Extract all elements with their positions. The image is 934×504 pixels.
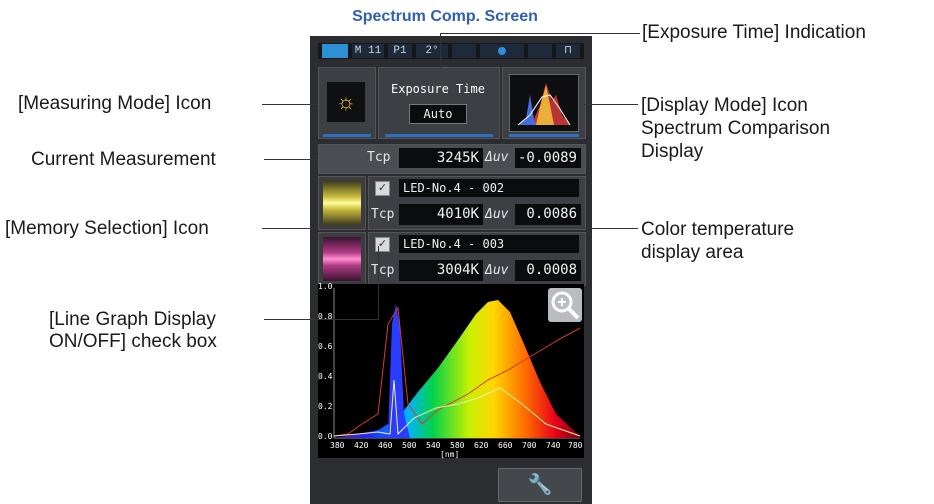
memory-tcp-label-2: Tcp <box>371 263 395 278</box>
exposure-label: Exposure Time <box>391 82 485 96</box>
memory-duv-label-1: Δuv <box>485 207 509 222</box>
exposure-time-panel: Exposure Time Auto <box>378 67 500 139</box>
x-tick-740: 740 <box>546 441 561 450</box>
status-bar: M 11 P1 2° ⊓ <box>318 43 584 59</box>
angle-indicator: 2° <box>416 44 448 58</box>
leader-memory <box>262 228 318 229</box>
x-tick-380: 380 <box>330 441 345 450</box>
y-tick-4: 0.4 <box>318 372 333 381</box>
leader-line-graph-v <box>378 246 379 320</box>
callout-color-temp-1: Color temperature <box>641 219 795 240</box>
screen-title: Spectrum Comp. Screen <box>352 8 538 25</box>
memory-tcp-value-2: 3004K <box>399 260 483 281</box>
callout-color-temp-2: display area <box>641 242 744 263</box>
current-measurement-row: Tcp 3245K Δuv -0.0089 <box>318 144 586 174</box>
callout-measuring-mode: [Measuring Mode] Icon <box>18 93 212 114</box>
tools-button[interactable]: 🔧 <box>498 468 582 502</box>
zoom-in-icon[interactable] <box>548 288 582 322</box>
y-tick-1: 1.0 <box>318 282 333 291</box>
leader-display-mode <box>584 104 638 105</box>
measuring-mode-button[interactable]: ☼ <box>318 67 376 139</box>
y-tick-5: 0.2 <box>318 402 333 411</box>
y-tick-3: 0.6 <box>318 342 333 351</box>
wrench-icon: 🔧 <box>527 474 553 496</box>
callout-display-mode-3: Display <box>641 141 704 162</box>
display-mode-button[interactable] <box>502 67 586 139</box>
x-tick-660: 660 <box>498 441 513 450</box>
battery-icon <box>322 44 348 58</box>
bottom-bar: 🔧 <box>318 462 584 502</box>
callout-exposure-time: [Exposure Time] Indication <box>642 22 866 43</box>
memory-tcp-value-1: 4010K <box>399 204 483 225</box>
callout-display-mode-1: [Display Mode] Icon <box>641 95 808 116</box>
memory-tcp-label-1: Tcp <box>371 207 395 222</box>
status-empty <box>452 44 476 58</box>
callout-line-graph-2: ON/OFF] check box <box>49 331 217 352</box>
memory-duv-value-1: 0.0086 <box>515 204 581 225</box>
spectrum-comparison-icon <box>509 74 579 132</box>
current-duv-label: Δuv <box>485 150 509 165</box>
sun-icon: ☼ <box>327 82 365 122</box>
memory-row-1: ✓ LED-No.4 - 002 Tcp 4010K Δuv 0.0086 <box>368 176 586 230</box>
line-graph-checkbox-1[interactable]: ✓ <box>375 181 390 196</box>
x-tick-620: 620 <box>474 441 489 450</box>
mode-indicator: M 11 <box>352 44 384 58</box>
x-tick-500: 500 <box>402 441 417 450</box>
memory-duv-label-2: Δuv <box>485 263 509 278</box>
current-duv-value: -0.0089 <box>515 148 581 168</box>
memory-name-2: LED-No.4 - 003 <box>399 235 579 253</box>
bluetooth-icon <box>480 44 524 58</box>
x-tick-540: 540 <box>426 441 441 450</box>
x-unit-label: [nm] <box>440 450 460 459</box>
memory-row-2: ✓ LED-No.4 - 003 Tcp 3004K Δuv 0.0008 <box>368 232 586 286</box>
x-tick-460: 460 <box>378 441 393 450</box>
callout-current-measurement: Current Measurement <box>31 149 216 170</box>
x-tick-780: 780 <box>568 441 583 450</box>
leader-exposure-h <box>440 33 640 34</box>
leader-color-temp <box>584 228 638 229</box>
spectrum-graph: 1.0 0.8 0.6 0.4 0.2 0.0 380 420 460 500 … <box>318 282 584 459</box>
memory-selection-button-1[interactable] <box>318 176 366 230</box>
current-tcp-label: Tcp <box>367 150 391 165</box>
current-tcp-value: 3245K <box>399 148 483 168</box>
memory-selection-button-2[interactable] <box>318 232 366 286</box>
x-tick-420: 420 <box>354 441 369 450</box>
status-empty-2 <box>528 44 552 58</box>
y-tick-6: 0.0 <box>318 432 333 441</box>
preset-indicator: P1 <box>388 44 412 58</box>
exposure-value: Auto <box>409 104 467 124</box>
leader-exposure-v <box>440 33 441 68</box>
memory-duv-value-2: 0.0008 <box>515 260 581 281</box>
lock-icon: ⊓ <box>556 44 580 58</box>
callout-display-mode-2: Spectrum Comparison <box>641 118 831 139</box>
callout-line-graph-1: [Line Graph Display <box>49 309 216 330</box>
memory-name-1: LED-No.4 - 002 <box>399 179 579 197</box>
leader-current <box>264 159 318 160</box>
x-tick-700: 700 <box>522 441 537 450</box>
x-tick-580: 580 <box>450 441 465 450</box>
leader-line-graph <box>264 319 378 320</box>
callout-memory-selection: [Memory Selection] Icon <box>5 218 209 239</box>
leader-measuring-mode <box>262 104 318 105</box>
